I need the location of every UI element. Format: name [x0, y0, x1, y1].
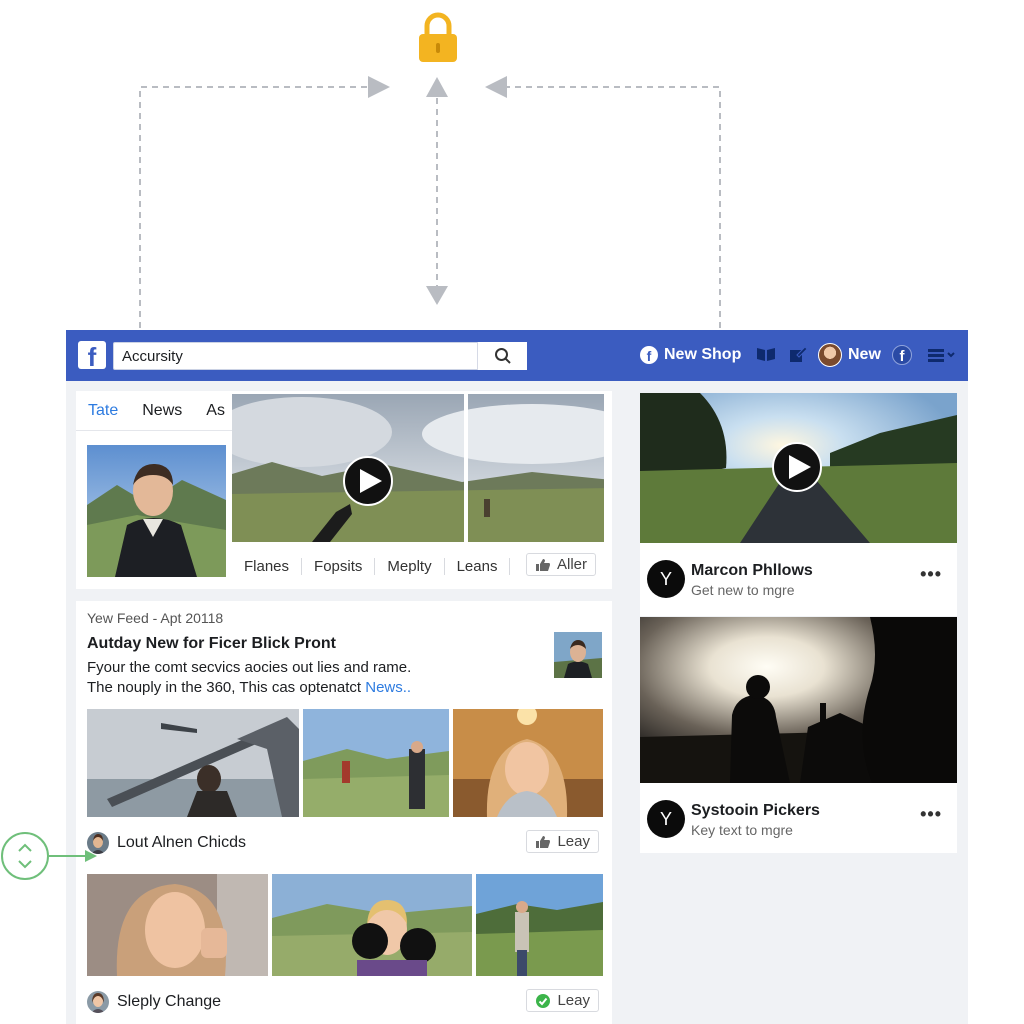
thumbs-up-icon: [536, 835, 551, 848]
aller-label: Aller: [557, 556, 588, 573]
pointer-arrow-icon: [49, 850, 97, 862]
video-card-2-meta: Y Systooin Pickers Key text to mgre •••: [647, 800, 950, 840]
post-row-2: Sleply Change Leay: [87, 987, 603, 1017]
feed-body: Fyour the comt secvics aocies out lies a…: [87, 658, 547, 698]
feed-meta: Yew Feed - Apt 20118: [87, 610, 224, 626]
action-leans[interactable]: Leans: [445, 557, 511, 575]
post-author[interactable]: Lout Alnen Chicds: [117, 834, 246, 852]
profile-photo[interactable]: [87, 445, 226, 577]
profile-avatar: [818, 343, 842, 367]
news-link[interactable]: News..: [365, 679, 411, 696]
feed-title[interactable]: Autday New for Ficer Blick Pront: [87, 635, 336, 653]
leay-button[interactable]: Leay: [526, 830, 599, 853]
media-actions: Flanes Fopsits Meplty Leans Aller: [232, 551, 612, 581]
tab-as[interactable]: As: [194, 402, 237, 420]
video-thumbnail-2[interactable]: [640, 617, 957, 783]
post-avatar[interactable]: [87, 991, 109, 1013]
media-card: Tate News As Flanes Fopsits Meplty Leans…: [76, 391, 612, 589]
feed-thumbnail[interactable]: [554, 632, 602, 678]
search-icon: [495, 348, 511, 364]
post-avatar-image: [87, 991, 109, 1013]
book-icon[interactable]: [756, 346, 776, 362]
photo-grid-1[interactable]: [87, 709, 603, 817]
scroll-control[interactable]: [1, 832, 49, 880]
check-circle-icon: [536, 993, 551, 1008]
aller-button[interactable]: Aller: [526, 553, 597, 576]
post-author[interactable]: Sleply Change: [117, 993, 221, 1011]
leay-label: Leay: [557, 833, 590, 850]
video-card-2: Y Systooin Pickers Key text to mgre •••: [640, 617, 957, 853]
leay-label: Leay: [557, 992, 590, 1009]
video-preview-image: [232, 394, 612, 542]
video-card-1: Y Marcon Phllows Get new to mgre •••: [640, 393, 957, 616]
photo-grid-1-image: [87, 709, 603, 817]
video-card-1-subtitle: Get new to mgre: [691, 582, 795, 598]
tab-tate[interactable]: Tate: [76, 402, 130, 420]
search-input[interactable]: [113, 342, 527, 370]
access-diagram: [0, 0, 1024, 330]
search-button[interactable]: [477, 342, 527, 370]
left-connector: [139, 86, 370, 328]
app-window: f f New Shop New f: [66, 330, 968, 1024]
video-card-2-subtitle: Key text to mgre: [691, 822, 793, 838]
facebook-circle-icon: f: [640, 346, 658, 364]
feed-body-line1: Fyour the comt secvics aocies out lies a…: [87, 659, 412, 676]
action-meplty[interactable]: Meplty: [375, 557, 445, 575]
more-options-icon[interactable]: •••: [920, 804, 942, 825]
nav-profile-new[interactable]: New: [818, 343, 881, 367]
lock-icon: [419, 12, 457, 62]
profile-photo-image: [87, 445, 226, 577]
arrow-down-icon: [426, 286, 448, 305]
thumbs-up-icon: [536, 558, 550, 571]
facebook-badge-icon[interactable]: f: [892, 345, 912, 365]
tab-bar: Tate News As: [76, 391, 236, 431]
video-thumbnail-1-image: [640, 393, 957, 543]
leay-button[interactable]: Leay: [526, 989, 599, 1012]
top-navigation-bar: f f New Shop New f: [66, 330, 968, 381]
feed-thumbnail-image: [554, 632, 602, 678]
feed-body-line2: The nouply in the 360, This cas optenatc…: [87, 678, 547, 698]
video-card-1-meta: Y Marcon Phllows Get new to mgre •••: [647, 560, 950, 600]
menu-icon[interactable]: [927, 346, 957, 364]
nav-new-shop[interactable]: f New Shop: [640, 344, 741, 366]
feed-body-text: The nouply in the 360, This cas optenatc…: [87, 679, 366, 696]
edit-icon[interactable]: [788, 344, 808, 364]
post-row-1: Lout Alnen Chicds Leay: [87, 828, 603, 858]
photo-grid-2[interactable]: [87, 874, 603, 976]
action-fopsits[interactable]: Fopsits: [302, 557, 376, 575]
arrow-right-icon: [368, 76, 390, 98]
facebook-logo-icon[interactable]: f: [78, 341, 106, 372]
video-card-1-title[interactable]: Marcon Phllows: [691, 562, 813, 580]
video-thumbnail-1[interactable]: [640, 393, 957, 543]
arrow-up-icon: [426, 77, 448, 97]
chevron-up-down-icon: [18, 843, 32, 869]
arrow-left-icon: [485, 76, 507, 98]
photo-grid-2-image: [87, 874, 603, 976]
action-flanes[interactable]: Flanes: [232, 557, 303, 575]
tab-news[interactable]: News: [130, 402, 194, 420]
diagram-connectors: [139, 76, 721, 328]
channel-avatar[interactable]: Y: [647, 560, 685, 598]
video-thumbnail-2-image: [640, 617, 957, 783]
video-card-2-title[interactable]: Systooin Pickers: [691, 802, 820, 820]
video-preview[interactable]: [232, 394, 612, 542]
news-feed-card: Yew Feed - Apt 20118 Autday New for Fice…: [76, 601, 612, 1024]
channel-avatar[interactable]: Y: [647, 800, 685, 838]
right-connector: [505, 86, 721, 328]
nav-new-shop-label: New Shop: [664, 346, 742, 363]
nav-new-label: New: [848, 346, 881, 363]
more-options-icon[interactable]: •••: [920, 564, 942, 585]
